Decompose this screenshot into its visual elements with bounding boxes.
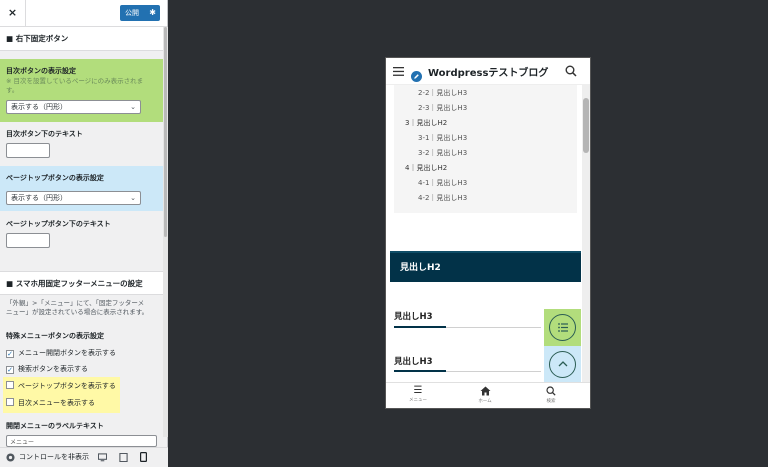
toc-setting-label: 目次ボタンの表示設定 <box>6 67 76 75</box>
toc-item[interactable]: 3-2｜見出しH3 <box>418 148 467 158</box>
customizer-footer: コントロールを非表示 <box>0 447 168 467</box>
scrollbar-thumb[interactable] <box>583 98 589 153</box>
pagetop-setting-select[interactable]: 表示する（円形） ⌄ <box>6 191 141 205</box>
toc-fixed-button[interactable] <box>549 314 576 341</box>
fixed-footer-menu: ☰ メニュー ホーム 検索 <box>386 382 590 408</box>
open-menu-label: 開閉メニューのラベルテキスト <box>6 422 104 430</box>
check-menu-toggle[interactable]: ✓ メニュー開閉ボタンを表示する <box>6 347 116 359</box>
sidebar-scrollbar[interactable] <box>163 27 168 437</box>
heading-h3: 見出しH3 <box>394 312 433 322</box>
preview-scrollbar[interactable] <box>582 85 590 382</box>
toc-item[interactable]: 2-3｜見出しH3 <box>418 103 467 113</box>
chevron-down-icon: ⌄ <box>130 103 136 111</box>
h3-underline <box>394 326 541 328</box>
list-icon <box>557 323 568 332</box>
pagetop-fixed-button-highlight <box>544 346 581 383</box>
pagetop-setting-highlight: ページトップボタンの表示設定 表示する（円形） ⌄ <box>0 166 163 211</box>
toc-text-input[interactable] <box>6 143 50 158</box>
check-pagetop[interactable]: ページトップボタンを表示する <box>6 380 116 392</box>
search-icon[interactable] <box>565 65 577 77</box>
tablet-preview-icon[interactable] <box>119 453 128 462</box>
menu-icon: ☰ <box>413 385 423 396</box>
toc-item[interactable]: 4-1｜見出しH3 <box>418 178 467 188</box>
toc-item[interactable]: 3-1｜見出しH3 <box>418 133 467 143</box>
check-search[interactable]: ✓ 検索ボタンを表示する <box>6 363 88 375</box>
edit-pencil-icon[interactable] <box>411 71 422 82</box>
mobile-preview: Wordpressテストブログ 2-2｜見出しH3 2-3｜見出しH3 3｜見出… <box>385 57 591 409</box>
footer-search-button[interactable]: 検索 <box>531 385 571 404</box>
section-heading-fixed-button: ■ 右下固定ボタン <box>0 27 167 51</box>
special-menu-label: 特殊メニューボタンの表示設定 <box>6 332 104 340</box>
customizer-topbar: × 公開 ✱ <box>0 0 167 27</box>
footer-home-button[interactable]: ホーム <box>465 385 505 404</box>
home-icon <box>480 386 490 396</box>
open-menu-input[interactable]: メニュー <box>6 435 157 447</box>
hamburger-icon[interactable] <box>393 67 404 76</box>
pagetop-fixed-button[interactable] <box>549 351 576 378</box>
footer-menu-button[interactable]: ☰ メニュー <box>398 385 438 403</box>
toc-item[interactable]: 4｜見出しH2 <box>405 163 447 173</box>
toc-setting-desc: ※ 目次を設置しているページにのみ表示されま す。 <box>6 77 144 94</box>
toc-item[interactable]: 3｜見出しH2 <box>405 118 447 128</box>
checkbox-checked[interactable]: ✓ <box>6 350 14 358</box>
toc-item[interactable]: 2-2｜見出しH3 <box>418 88 467 98</box>
customizer-sidebar: × 公開 ✱ ■ 右下固定ボタン 目次ボタンの表示設定 ※ 目次を設置しているペ… <box>0 0 168 467</box>
mobile-preview-icon[interactable] <box>140 452 147 462</box>
section-heading-footer-menu: ■ スマホ用固定フッターメニューの設定 <box>0 271 163 295</box>
checkbox-unchecked[interactable] <box>6 398 14 406</box>
heading-h3: 見出しH3 <box>394 357 433 367</box>
pagetop-setting-label: ページトップボタンの表示設定 <box>6 174 104 182</box>
toc-item[interactable]: 4-2｜見出しH3 <box>418 193 467 203</box>
check-toc-menu[interactable]: 目次メニューを表示する <box>6 397 95 409</box>
checkbox-unchecked[interactable] <box>6 381 14 389</box>
pagetop-text-label: ページトップボタン下のテキスト <box>6 220 111 228</box>
toc-setting-highlight: 目次ボタンの表示設定 ※ 目次を設置しているページにのみ表示されま す。 表示す… <box>0 59 163 122</box>
search-icon <box>546 386 556 396</box>
scrollbar-thumb[interactable] <box>164 27 167 237</box>
publish-label: 公開 <box>125 9 139 17</box>
h3-underline <box>394 370 541 372</box>
desktop-preview-icon[interactable] <box>98 453 107 462</box>
heading-h2: 見出しH2 <box>390 251 581 282</box>
site-header: Wordpressテストブログ <box>386 58 590 85</box>
toc-fixed-button-highlight <box>544 309 581 346</box>
footer-menu-desc: 「外観」>「メニュー」にて、「固定フッターメ ニュー」が設定されている場合に表示… <box>6 299 149 316</box>
hide-controls-icon[interactable] <box>6 453 15 462</box>
toc-text-label: 目次ボタン下のテキスト <box>6 130 83 138</box>
hide-controls-label[interactable]: コントロールを非表示 <box>19 448 89 467</box>
pagetop-text-input[interactable] <box>6 233 50 248</box>
site-title[interactable]: Wordpressテストブログ <box>428 64 548 79</box>
gear-icon[interactable]: ✱ <box>149 5 156 21</box>
toc-setting-select[interactable]: 表示する（円形） ⌄ <box>6 100 141 114</box>
chevron-up-icon <box>558 361 567 367</box>
close-icon[interactable]: × <box>0 0 26 26</box>
chevron-down-icon: ⌄ <box>130 194 136 202</box>
checkbox-checked[interactable]: ✓ <box>6 366 14 374</box>
publish-button[interactable]: 公開 ✱ <box>120 5 160 21</box>
table-of-contents: 2-2｜見出しH3 2-3｜見出しH3 3｜見出しH2 3-1｜見出しH3 3-… <box>394 85 577 213</box>
